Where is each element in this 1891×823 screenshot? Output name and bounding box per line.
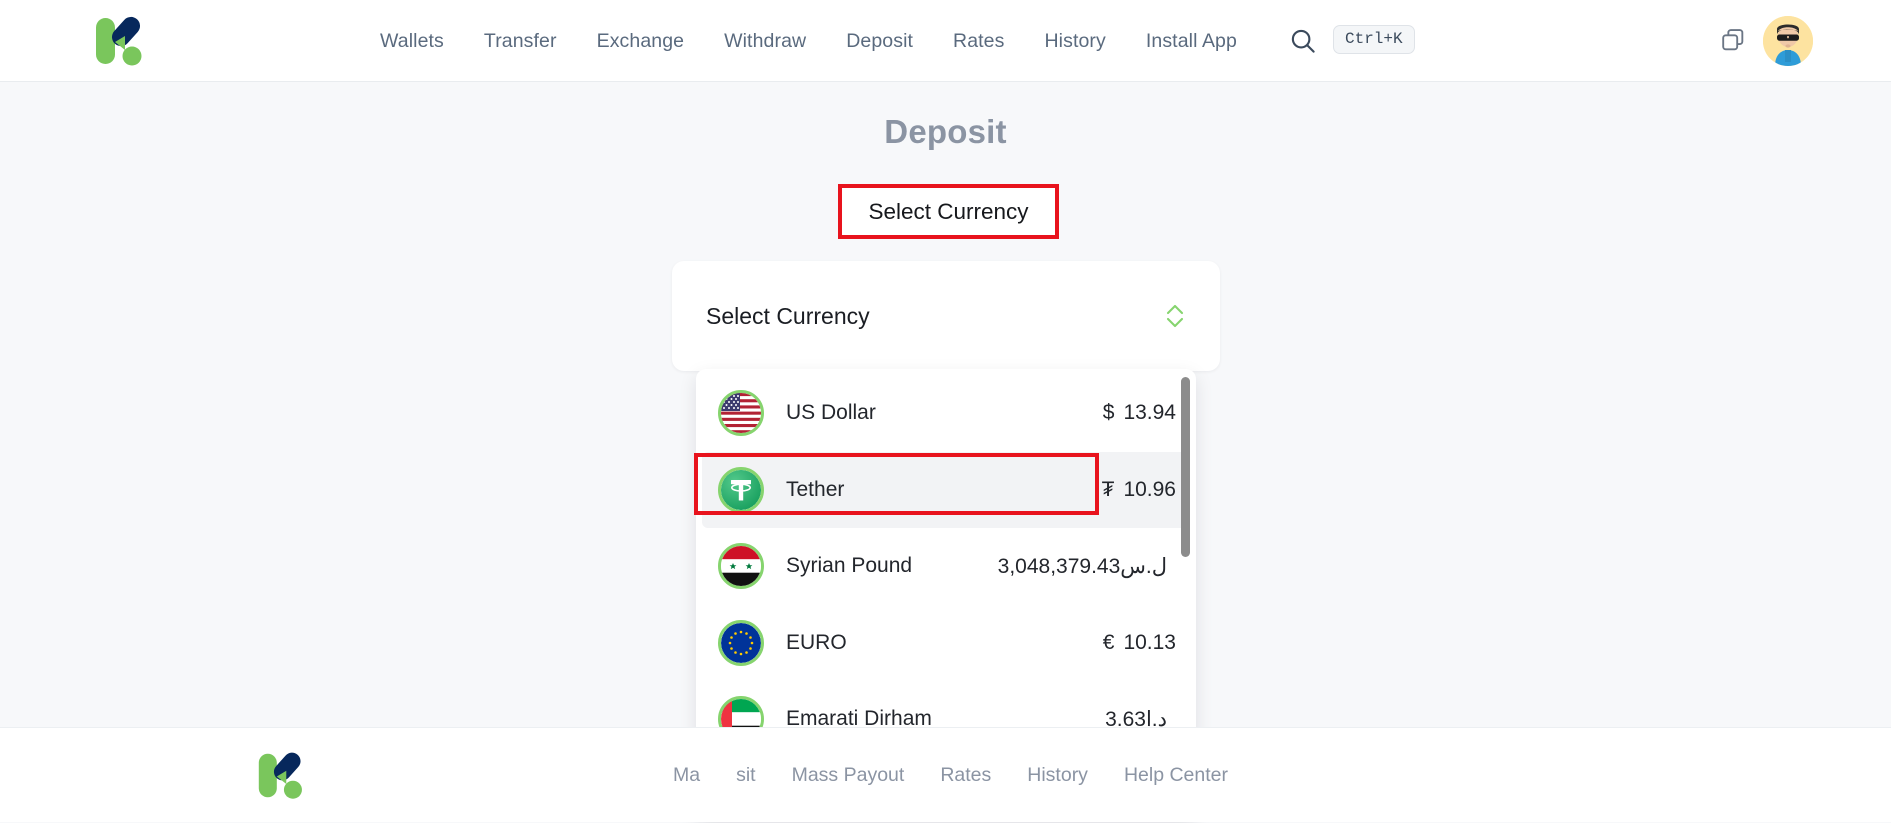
select-currency-label-box: Select Currency [838, 184, 1059, 239]
top-header: Wallets Transfer Exchange Withdraw Depos… [0, 0, 1891, 82]
primary-navigation: Wallets Transfer Exchange Withdraw Depos… [360, 0, 1257, 82]
currency-name: US Dollar [786, 401, 876, 425]
nav-item-wallets[interactable]: Wallets [360, 30, 464, 53]
footer-link-ma[interactable]: Ma [655, 764, 718, 787]
copy-glyph [1722, 29, 1744, 51]
nav-item-transfer[interactable]: Transfer [464, 30, 577, 53]
page-footer: Ma sit Mass Payout Rates History Help Ce… [0, 727, 1891, 822]
tether-icon [718, 466, 764, 513]
kit-logo-icon [258, 752, 302, 799]
kit-logo-icon [96, 16, 142, 66]
kit-logo[interactable] [92, 12, 150, 70]
list-item[interactable]: Syrian Pound ل.س3,048,379.43 [696, 528, 1196, 605]
list-item[interactable]: EURO €10.13 [696, 605, 1196, 682]
page-title: Deposit [884, 113, 1007, 150]
currency-value: 10.96 [1123, 477, 1176, 501]
footer-link-help-center[interactable]: Help Center [1106, 764, 1246, 787]
currency-name: Syrian Pound [786, 554, 913, 578]
search-icon[interactable] [1288, 26, 1318, 56]
currency-symbol: ₮ [1101, 477, 1115, 501]
search-shortcut-badge[interactable]: Ctrl+K [1333, 25, 1415, 54]
currency-value: 10.13 [1123, 630, 1176, 654]
currency-symbol: € [1102, 630, 1115, 654]
avatar[interactable] [1763, 16, 1813, 66]
us-flag-icon [718, 390, 764, 437]
currency-symbol: ل.س [1120, 554, 1167, 578]
nav-item-install-app[interactable]: Install App [1126, 30, 1257, 53]
currency-value: 3,048,379.43 [997, 554, 1121, 578]
footer-navigation: Ma sit Mass Payout Rates History Help Ce… [655, 728, 1246, 823]
currency-select-placeholder: Select Currency [706, 302, 870, 329]
currency-name: EURO [786, 630, 847, 654]
footer-kit-logo[interactable] [255, 748, 310, 803]
currency-symbol: $ [1102, 401, 1115, 425]
footer-link-history[interactable]: History [1009, 764, 1106, 787]
syria-flag-icon [718, 543, 764, 590]
currency-name: Tether [786, 477, 845, 501]
footer-link-deposit[interactable]: sit [718, 764, 774, 787]
list-item-selected[interactable]: Tether ₮ 10.96 [702, 451, 1190, 528]
currency-amount: ل.س3,048,379.43 [998, 554, 1176, 579]
nav-item-history[interactable]: History [1024, 30, 1125, 53]
select-currency-label: Select Currency [868, 198, 1029, 224]
copy-icon[interactable] [1719, 26, 1747, 54]
nav-item-deposit[interactable]: Deposit [826, 30, 933, 53]
currency-value: 13.94 [1123, 401, 1176, 425]
nav-item-rates[interactable]: Rates [933, 30, 1024, 53]
footer-link-rates[interactable]: Rates [922, 764, 1009, 787]
currency-list-scrollbar[interactable] [1181, 377, 1190, 814]
chevron-up-down-icon [1164, 301, 1186, 331]
currency-select-trigger[interactable]: Select Currency [696, 261, 1196, 371]
currency-amount: ₮ 10.96 [1102, 478, 1176, 502]
currency-amount: €10.13 [1103, 631, 1176, 655]
footer-link-mass-payout[interactable]: Mass Payout [774, 764, 923, 787]
scrollbar-thumb[interactable] [1181, 377, 1190, 557]
search-glyph [1291, 29, 1315, 53]
eu-flag-icon [718, 619, 764, 666]
currency-select-card: Select Currency [672, 261, 1220, 371]
avatar-image [1763, 16, 1813, 66]
nav-item-withdraw[interactable]: Withdraw [704, 30, 826, 53]
list-item[interactable]: US Dollar $13.94 [696, 375, 1196, 452]
currency-amount: $13.94 [1103, 401, 1176, 425]
nav-item-exchange[interactable]: Exchange [577, 30, 705, 53]
